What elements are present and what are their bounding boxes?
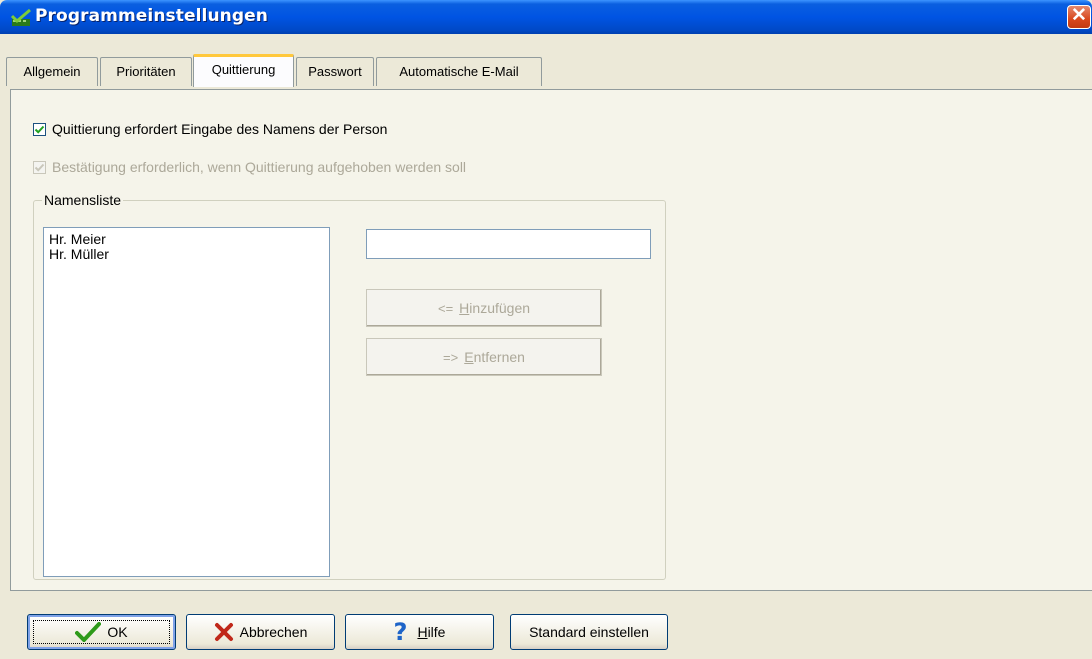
cross-icon	[214, 623, 233, 641]
confirm-revoke-option: Bestätigung erforderlich, wenn Quittieru…	[33, 159, 466, 175]
remove-button: => Entfernen	[366, 338, 602, 376]
list-item[interactable]: Hr. Meier	[49, 232, 324, 247]
tab-automatische-email[interactable]: Automatische E-Mail	[376, 57, 542, 86]
arrow-right-icon: =>	[443, 349, 459, 365]
tab-prioritaeten[interactable]: Prioritäten	[100, 57, 192, 86]
title-bar: Programmeinstellungen ✕	[0, 0, 1092, 34]
app-check-icon	[10, 9, 31, 26]
help-button[interactable]: ? Hilfe	[345, 614, 494, 650]
namensliste-label: Namensliste	[42, 192, 124, 208]
list-item[interactable]: Hr. Müller	[49, 247, 324, 262]
tab-passwort[interactable]: Passwort	[296, 57, 374, 86]
focus-ring	[33, 620, 170, 644]
name-input[interactable]	[366, 229, 651, 259]
confirm-revoke-checkbox	[33, 160, 46, 174]
confirm-revoke-label: Bestätigung erforderlich, wenn Quittieru…	[52, 159, 467, 175]
require-name-option[interactable]: Quittierung erfordert Eingabe des Namens…	[33, 121, 387, 137]
checkmark-icon	[34, 125, 45, 134]
close-button[interactable]: ✕	[1067, 5, 1091, 29]
help-question-icon: ?	[393, 618, 408, 646]
window-title: Programmeinstellungen	[35, 6, 268, 26]
arrow-left-icon: <=	[437, 300, 454, 316]
checkmark-icon	[34, 163, 45, 172]
cancel-button[interactable]: Abbrechen	[186, 614, 335, 650]
require-name-label: Quittierung erfordert Eingabe des Namens…	[52, 121, 388, 137]
ok-button[interactable]: OK	[27, 614, 176, 650]
add-button: <= Hinzufügen	[366, 289, 602, 327]
names-listbox[interactable]: Hr. Meier Hr. Müller	[43, 227, 330, 577]
restore-defaults-button[interactable]: Standard einstellen	[510, 614, 668, 650]
tab-quittierung[interactable]: Quittierung	[193, 54, 294, 87]
tab-allgemein[interactable]: Allgemein	[6, 57, 98, 86]
require-name-checkbox[interactable]	[33, 122, 46, 136]
